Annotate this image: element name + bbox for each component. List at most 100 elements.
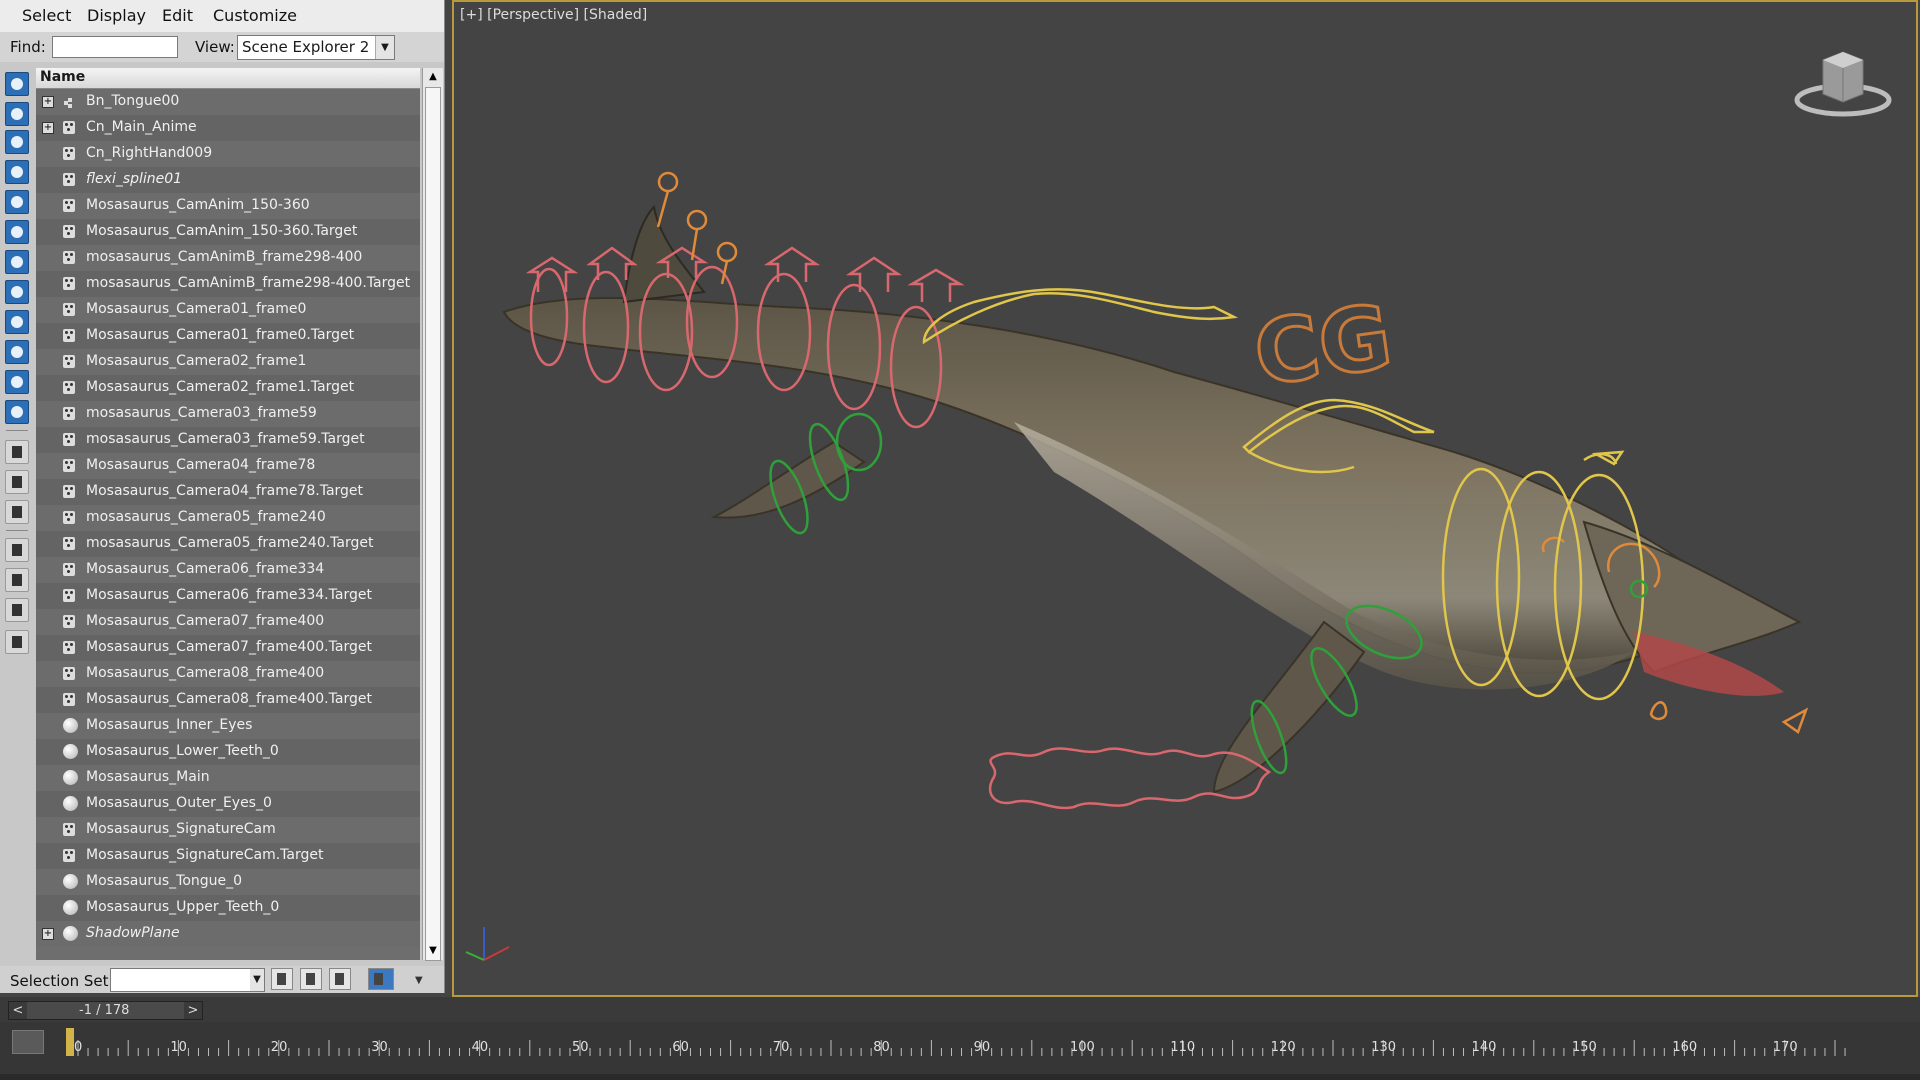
scrollbar-thumb[interactable] bbox=[425, 87, 441, 961]
frame-tick-label: 90 bbox=[973, 1040, 991, 1055]
list-item[interactable]: Mosasaurus_Camera07_frame400 bbox=[36, 609, 420, 635]
list-item[interactable]: Mosasaurus_Camera04_frame78.Target bbox=[36, 479, 420, 505]
chevron-down-icon[interactable]: ▼ bbox=[375, 36, 394, 59]
camera-icon bbox=[63, 485, 75, 498]
menu-edit[interactable]: Edit bbox=[162, 6, 193, 25]
viewcube-icon[interactable] bbox=[1788, 42, 1898, 122]
display-invert-icon[interactable] bbox=[5, 500, 29, 524]
display-containers-icon[interactable] bbox=[5, 340, 29, 364]
display-groups-icon[interactable] bbox=[5, 250, 29, 274]
menu-customize[interactable]: Customize bbox=[213, 6, 297, 25]
list-item[interactable]: Mosasaurus_Lower_Teeth_0 bbox=[36, 739, 420, 765]
time-slider[interactable]: < -1 / 178 > bbox=[8, 1001, 203, 1020]
list-item[interactable]: + Cn_Main_Anime bbox=[36, 115, 420, 141]
camera-icon bbox=[63, 823, 75, 836]
list-item[interactable]: Mosasaurus_Camera02_frame1 bbox=[36, 349, 420, 375]
display-cameras-icon[interactable] bbox=[5, 160, 29, 184]
scroll-down-icon[interactable]: ▼ bbox=[423, 942, 443, 960]
list-item[interactable]: Mosasaurus_Tongue_0 bbox=[36, 869, 420, 895]
cg-logo-text[interactable]: CG bbox=[1247, 283, 1400, 407]
scroll-up-icon[interactable]: ▲ bbox=[423, 68, 443, 86]
list-item[interactable]: Mosasaurus_Camera08_frame400 bbox=[36, 661, 420, 687]
list-item[interactable]: Mosasaurus_CamAnim_150-360.Target bbox=[36, 219, 420, 245]
camera-icon bbox=[63, 303, 75, 316]
list-item[interactable]: Mosasaurus_SignatureCam bbox=[36, 817, 420, 843]
list-item[interactable]: Mosasaurus_Camera06_frame334.Target bbox=[36, 583, 420, 609]
panel-options-icon[interactable]: ▼ bbox=[415, 975, 423, 986]
list-item-label: mosasaurus_Camera05_frame240.Target bbox=[86, 535, 374, 551]
menu-select[interactable]: Select bbox=[22, 6, 71, 25]
display-spacewarps-icon[interactable] bbox=[5, 220, 29, 244]
display-none-icon[interactable] bbox=[5, 470, 29, 494]
display-bones-icon[interactable] bbox=[5, 310, 29, 334]
frame-tick-label: 100 bbox=[1070, 1040, 1095, 1055]
list-item[interactable]: Mosasaurus_Camera04_frame78 bbox=[36, 453, 420, 479]
list-item[interactable]: mosasaurus_Camera05_frame240.Target bbox=[36, 531, 420, 557]
mosasaurus-model[interactable] bbox=[502, 204, 1802, 794]
list-item-label: Mosasaurus_Inner_Eyes bbox=[86, 717, 253, 733]
expand-icon[interactable]: + bbox=[42, 96, 54, 108]
find-input[interactable] bbox=[52, 36, 178, 58]
list-scrollbar[interactable]: ▲ ▼ bbox=[422, 68, 443, 961]
camera-icon bbox=[63, 589, 75, 602]
key-filters-icon[interactable] bbox=[12, 1030, 44, 1054]
list-item[interactable]: mosasaurus_Camera03_frame59 bbox=[36, 401, 420, 427]
chevron-down-icon[interactable]: ▼ bbox=[250, 969, 264, 991]
remove-from-selection-set-icon[interactable] bbox=[329, 968, 351, 990]
create-selection-set-icon[interactable] bbox=[271, 968, 293, 990]
filter-icon[interactable] bbox=[5, 538, 29, 562]
display-all-icon[interactable] bbox=[5, 440, 29, 464]
prev-frame-button[interactable]: < bbox=[9, 1002, 27, 1019]
list-header-name[interactable]: Name bbox=[36, 68, 420, 89]
select-set-icon[interactable] bbox=[368, 968, 394, 990]
display-frozen-icon[interactable] bbox=[5, 370, 29, 394]
geometry-icon bbox=[63, 796, 78, 811]
list-item[interactable]: mosasaurus_CamAnimB_frame298-400.Target bbox=[36, 271, 420, 297]
geometry-icon bbox=[63, 770, 78, 785]
time-cursor[interactable] bbox=[66, 1028, 74, 1056]
list-item[interactable]: + Bn_Tongue00 bbox=[36, 89, 420, 115]
sync-selection-icon[interactable] bbox=[5, 598, 29, 622]
display-lights-icon[interactable] bbox=[5, 130, 29, 154]
display-geometry-icon[interactable] bbox=[5, 72, 29, 96]
camera-icon bbox=[63, 849, 75, 862]
list-item[interactable]: Mosasaurus_Camera02_frame1.Target bbox=[36, 375, 420, 401]
list-item[interactable]: Cn_RightHand009 bbox=[36, 141, 420, 167]
view-select[interactable]: Scene Explorer 2 ▼ bbox=[237, 35, 395, 60]
camera-icon bbox=[63, 433, 75, 446]
display-shapes-icon[interactable] bbox=[5, 102, 29, 126]
list-item[interactable]: mosasaurus_CamAnimB_frame298-400 bbox=[36, 245, 420, 271]
view-label: View: bbox=[195, 38, 235, 56]
display-xrefs-icon[interactable] bbox=[5, 280, 29, 304]
list-item[interactable]: Mosasaurus_Main bbox=[36, 765, 420, 791]
display-helpers-icon[interactable] bbox=[5, 190, 29, 214]
filter-settings-icon[interactable] bbox=[5, 568, 29, 592]
display-hidden-icon[interactable] bbox=[5, 400, 29, 424]
perspective-viewport[interactable]: [+] [Perspective] [Shaded] CG bbox=[452, 0, 1918, 997]
list-item[interactable]: + ShadowPlane bbox=[36, 921, 420, 947]
selection-set-dropdown[interactable]: ▼ bbox=[110, 968, 265, 992]
next-frame-button[interactable]: > bbox=[184, 1002, 202, 1019]
list-item-label: Mosasaurus_SignatureCam.Target bbox=[86, 847, 324, 863]
expand-icon[interactable]: + bbox=[42, 928, 54, 940]
list-item[interactable]: Mosasaurus_Camera08_frame400.Target bbox=[36, 687, 420, 713]
list-item[interactable]: mosasaurus_Camera03_frame59.Target bbox=[36, 427, 420, 453]
list-item[interactable]: Mosasaurus_Camera06_frame334 bbox=[36, 557, 420, 583]
menu-display[interactable]: Display bbox=[87, 6, 146, 25]
lock-icon[interactable] bbox=[5, 630, 29, 654]
list-item[interactable]: Mosasaurus_Outer_Eyes_0 bbox=[36, 791, 420, 817]
list-item[interactable]: Mosasaurus_Upper_Teeth_0 bbox=[36, 895, 420, 921]
time-slider-bar bbox=[0, 997, 1920, 1022]
frame-tick-label: 130 bbox=[1371, 1040, 1397, 1055]
list-item[interactable]: Mosasaurus_Camera01_frame0.Target bbox=[36, 323, 420, 349]
list-item[interactable]: Mosasaurus_Inner_Eyes bbox=[36, 713, 420, 739]
frame-tick-label: 120 bbox=[1270, 1040, 1296, 1055]
list-item[interactable]: mosasaurus_Camera05_frame240 bbox=[36, 505, 420, 531]
add-to-selection-set-icon[interactable] bbox=[300, 968, 322, 990]
list-item[interactable]: flexi_spline01 bbox=[36, 167, 420, 193]
expand-icon[interactable]: + bbox=[42, 122, 54, 134]
list-item[interactable]: Mosasaurus_Camera01_frame0 bbox=[36, 297, 420, 323]
list-item[interactable]: Mosasaurus_CamAnim_150-360 bbox=[36, 193, 420, 219]
list-item[interactable]: Mosasaurus_SignatureCam.Target bbox=[36, 843, 420, 869]
list-item[interactable]: Mosasaurus_Camera07_frame400.Target bbox=[36, 635, 420, 661]
